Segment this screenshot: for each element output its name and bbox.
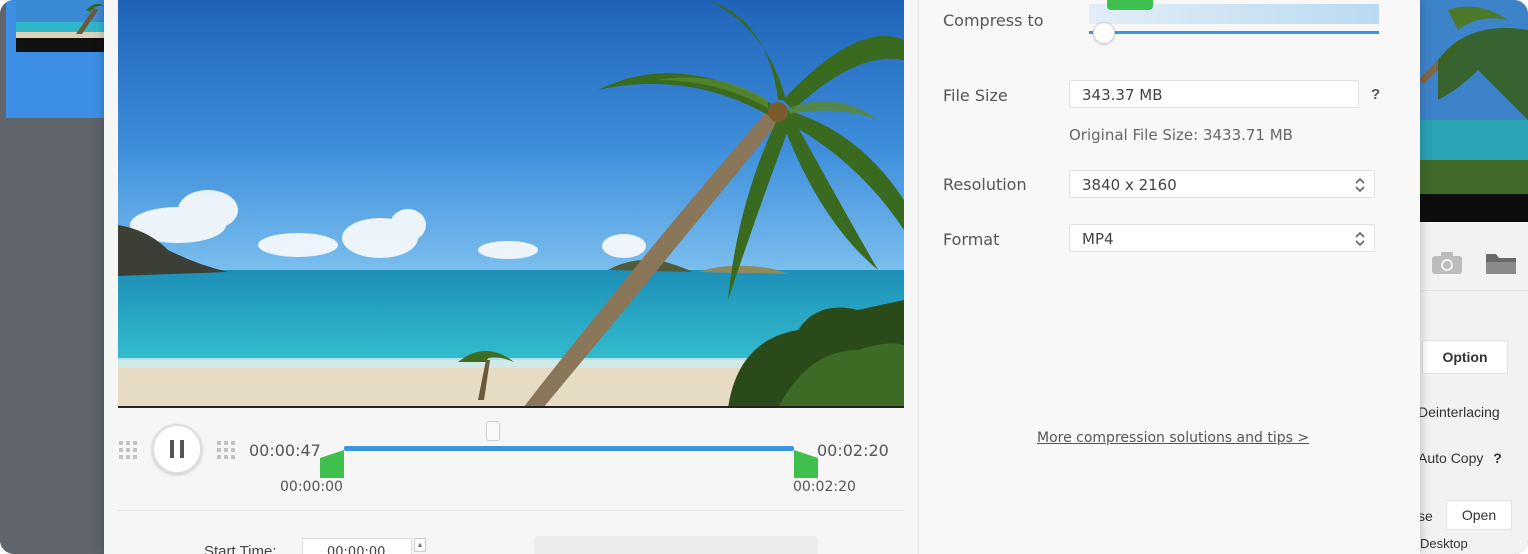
beach-scene-image (118, 0, 904, 406)
preview-pane: 00:00:47 00:02:20 00:00:00 00:02:20 Star… (104, 0, 918, 554)
compress-slider[interactable] (1069, 0, 1379, 46)
auto-copy-row[interactable]: Auto Copy ? (1418, 450, 1502, 466)
background-thumbnail-image (16, 0, 104, 52)
background-toolbar (1418, 242, 1528, 282)
trim-end-handle[interactable] (794, 450, 818, 478)
screenshot-stage: Option Deinterlacing Auto Copy ? se Open… (0, 0, 1528, 554)
option-button[interactable]: Option (1422, 340, 1508, 374)
background-divider (1418, 290, 1528, 291)
background-bottom-row: se Open (1418, 500, 1528, 532)
resolution-select-arrow-icon (1355, 177, 1365, 193)
resolution-value: 3840 x 2160 (1082, 176, 1177, 194)
file-size-help-icon[interactable]: ? (1371, 86, 1380, 103)
trim-start-time: 00:00:00 (280, 479, 343, 495)
current-time: 00:00:47 (249, 441, 321, 460)
previous-frame-icon[interactable] (118, 440, 138, 460)
browse-button-partial[interactable]: se (1418, 508, 1433, 524)
trim-track[interactable] (344, 446, 794, 451)
compress-to-label: Compress to (943, 11, 1044, 30)
folder-icon[interactable] (1484, 250, 1518, 276)
file-size-input[interactable]: 343.37 MB (1069, 80, 1359, 108)
compress-dialog: 00:00:47 00:02:20 00:00:00 00:02:20 Star… (104, 0, 1420, 554)
pause-icon (170, 440, 184, 458)
compression-settings-pane: Compress to File Size 343.37 MB ? Origin… (918, 0, 1420, 554)
playhead-handle[interactable] (486, 421, 500, 441)
compress-slider-track[interactable] (1089, 31, 1379, 34)
compress-slider-knob[interactable] (1092, 22, 1115, 44)
format-select-arrow-icon (1355, 231, 1365, 247)
trim-start-handle[interactable] (320, 450, 344, 478)
bottom-control-bar (534, 536, 818, 554)
duration-time: 00:02:20 (817, 441, 889, 460)
deinterlacing-label[interactable]: Deinterlacing (1418, 404, 1500, 420)
start-time-stepper[interactable]: ▴ (414, 538, 426, 552)
trim-end-time: 00:02:20 (793, 479, 856, 495)
more-compression-tips-link[interactable]: More compression solutions and tips > (1037, 430, 1309, 446)
open-button[interactable]: Open (1446, 500, 1512, 530)
auto-copy-label: Auto Copy (1418, 450, 1484, 466)
resolution-select[interactable]: 3840 x 2160 (1069, 170, 1375, 198)
compress-level-badge (1107, 0, 1153, 10)
format-value: MP4 (1082, 230, 1114, 248)
auto-copy-help-icon[interactable]: ? (1493, 450, 1502, 466)
camera-icon[interactable] (1430, 250, 1464, 276)
file-size-label: File Size (943, 86, 1008, 105)
section-divider (118, 510, 904, 511)
start-time-label: Start Time: (204, 543, 277, 554)
background-preview-image (1418, 0, 1528, 222)
start-time-input[interactable]: 00:00:00 (302, 538, 412, 554)
resolution-label: Resolution (943, 175, 1027, 194)
pause-button[interactable] (152, 424, 202, 474)
background-right-panel: Option Deinterlacing Auto Copy ? se Open… (1418, 0, 1528, 554)
desktop-label: Desktop (1420, 536, 1468, 551)
format-select[interactable]: MP4 (1069, 224, 1375, 252)
background-left-panel (0, 0, 104, 554)
format-label: Format (943, 230, 1000, 249)
video-preview[interactable] (118, 0, 904, 408)
next-frame-icon[interactable] (216, 440, 236, 460)
original-file-size: Original File Size: 3433.71 MB (1069, 126, 1293, 144)
